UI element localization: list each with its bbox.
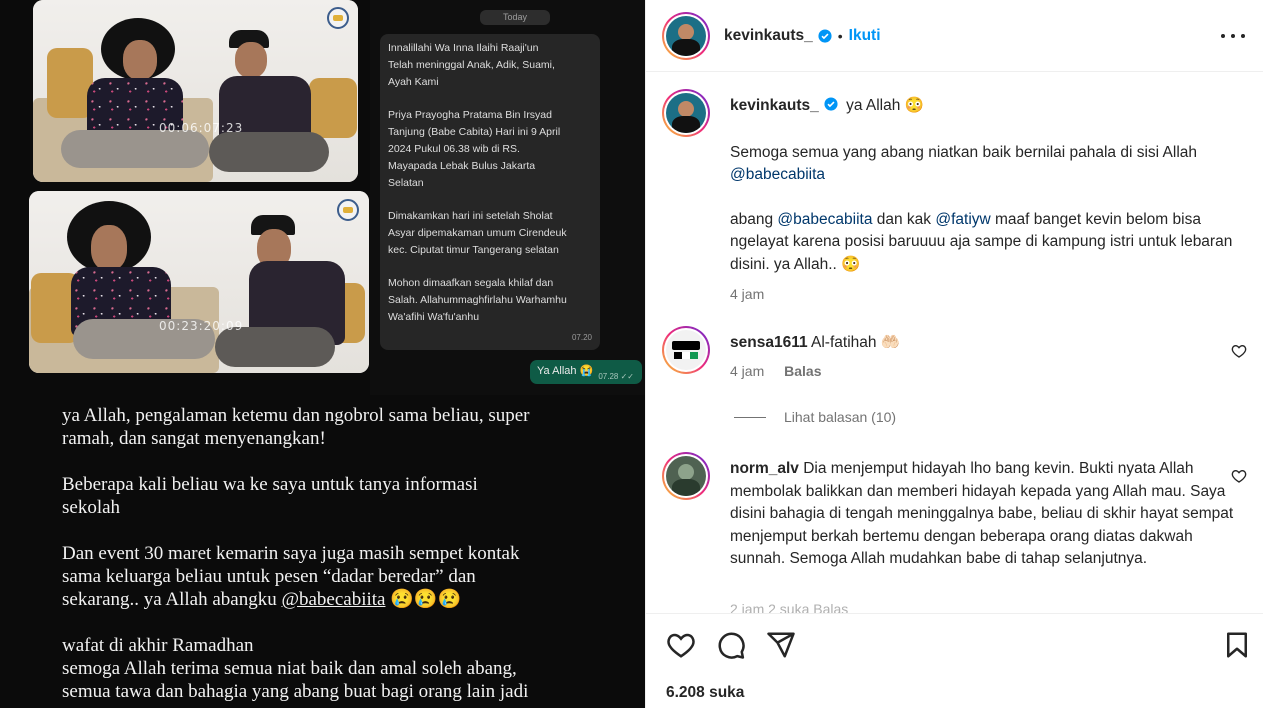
view-replies-label: Lihat balasan (10) [784, 409, 897, 425]
caption-time: 4 jam [730, 286, 765, 302]
caption-first-line: ya Allah 😳 [846, 97, 924, 114]
share-icon[interactable] [766, 630, 796, 660]
outgoing-message: Ya Allah 😭 07.28 ✓✓ [530, 360, 642, 384]
avatar[interactable] [662, 89, 710, 137]
comment-icon[interactable] [716, 630, 746, 660]
timecode: 00:06:07:23 [159, 121, 244, 135]
comment-meta: 4 jam Balas [730, 363, 1247, 379]
mention-link[interactable]: @babecabiita [777, 211, 872, 228]
post-header: kevinkauts_ • Ikuti [646, 0, 1263, 72]
avatar[interactable] [662, 11, 710, 60]
heart-icon[interactable] [666, 630, 696, 660]
story-mention: @babecabiita [281, 589, 386, 610]
caption-text: Semoga semua yang abang niatkan baik ber… [730, 143, 1198, 161]
comment-item: sensa1611 Al-fatihah 🤲🏻 4 jam Balas [662, 326, 1247, 379]
reply-button[interactable]: Balas [784, 363, 821, 379]
comment-meta: 2 jam 2 suka Balas [730, 601, 849, 613]
channel-logo-icon [327, 7, 349, 29]
message-paragraph: Dimakamkan hari ini setelah Sholat Asyar… [388, 210, 567, 256]
comment-item: norm_alv Dia menjemput hidayah lho bang … [662, 452, 1247, 571]
verified-badge-icon [818, 28, 832, 43]
story-text-segment: 😢😢😢 [385, 589, 462, 610]
message-paragraph: Mohon dimaafkan segala khilaf dan Salah.… [388, 277, 567, 323]
video-still-1: 00:06:07:23 [33, 0, 358, 182]
divider [734, 416, 766, 418]
mention-link[interactable]: @babecabiita [730, 166, 825, 183]
comment-username[interactable]: norm_alv [730, 460, 799, 477]
timecode: 00:23:20:09 [159, 319, 244, 333]
story-paragraph: Beberapa kali beliau wa ke saya untuk ta… [62, 474, 478, 518]
verified-badge-icon [824, 97, 838, 111]
likes-count[interactable]: 6.208 suka [666, 684, 744, 702]
caption-paragraph: abang @babecabiita dan kak @fatiyw maaf … [730, 209, 1247, 277]
caption-paragraph: Semoga semua yang abang niatkan baik ber… [730, 142, 1247, 187]
caption: kevinkauts_ ya Allah 😳 Semoga semua yang… [662, 89, 1247, 302]
story-paragraph: ya Allah, pengalaman ketemu dan ngobrol … [62, 405, 530, 449]
comment-username[interactable]: sensa1611 [730, 334, 808, 351]
header-username[interactable]: kevinkauts_ [724, 27, 813, 45]
follow-button[interactable]: Ikuti [849, 27, 881, 45]
post-side-panel: kevinkauts_ • Ikuti kevinkauts_ ya Allah… [645, 0, 1263, 708]
comment-text: Dia menjemput hidayah lho bang kevin. Bu… [730, 460, 1234, 567]
story-paragraph: wafat di akhir Ramadhan semoga Allah ter… [62, 635, 529, 702]
story-text: ya Allah, pengalaman ketemu dan ngobrol … [62, 404, 622, 708]
action-bar: 6.208 suka [646, 613, 1263, 708]
view-replies-button[interactable]: Lihat balasan (10) [734, 409, 896, 425]
caption-username[interactable]: kevinkauts_ [730, 97, 819, 114]
comment-time: 4 jam [730, 362, 765, 379]
message-time: 07.20 [571, 333, 592, 342]
video-still-2: 00:23:20:09 [29, 191, 369, 373]
date-divider: Today [480, 10, 550, 25]
heart-icon[interactable] [1231, 468, 1247, 484]
mention-link[interactable]: @fatiyw [935, 211, 990, 228]
caption-text: abang [730, 210, 778, 228]
caption-text: dan kak [872, 210, 936, 228]
message-time: 07.28 ✓✓ [598, 372, 634, 381]
channel-logo-icon [337, 199, 359, 221]
comment-meta: 4 jam [730, 286, 1247, 302]
message-paragraph: Priya Prayogha Pratama Bin Irsyad Tanjun… [388, 109, 561, 189]
message-paragraph: Innalillahi Wa Inna Ilaihi Raaji'un Tela… [388, 42, 555, 88]
story-paragraph: Dan event 30 maret kemarin saya juga mas… [62, 542, 622, 611]
separator: • [837, 27, 843, 44]
avatar[interactable] [662, 326, 710, 374]
comment-text: Al-fatihah 🤲🏻 [807, 334, 901, 351]
message-text: Ya Allah 😭 [537, 365, 594, 377]
avatar[interactable] [662, 452, 710, 500]
incoming-message: Innalillahi Wa Inna Ilaihi Raaji'un Tela… [380, 34, 600, 350]
comments-list[interactable]: kevinkauts_ ya Allah 😳 Semoga semua yang… [646, 73, 1263, 613]
more-options-icon[interactable] [1221, 24, 1245, 48]
bookmark-icon[interactable] [1222, 630, 1252, 660]
heart-icon[interactable] [1231, 343, 1247, 359]
post-media[interactable]: 00:06:07:23 00:23:20:09 Today Innalillah… [0, 0, 645, 708]
